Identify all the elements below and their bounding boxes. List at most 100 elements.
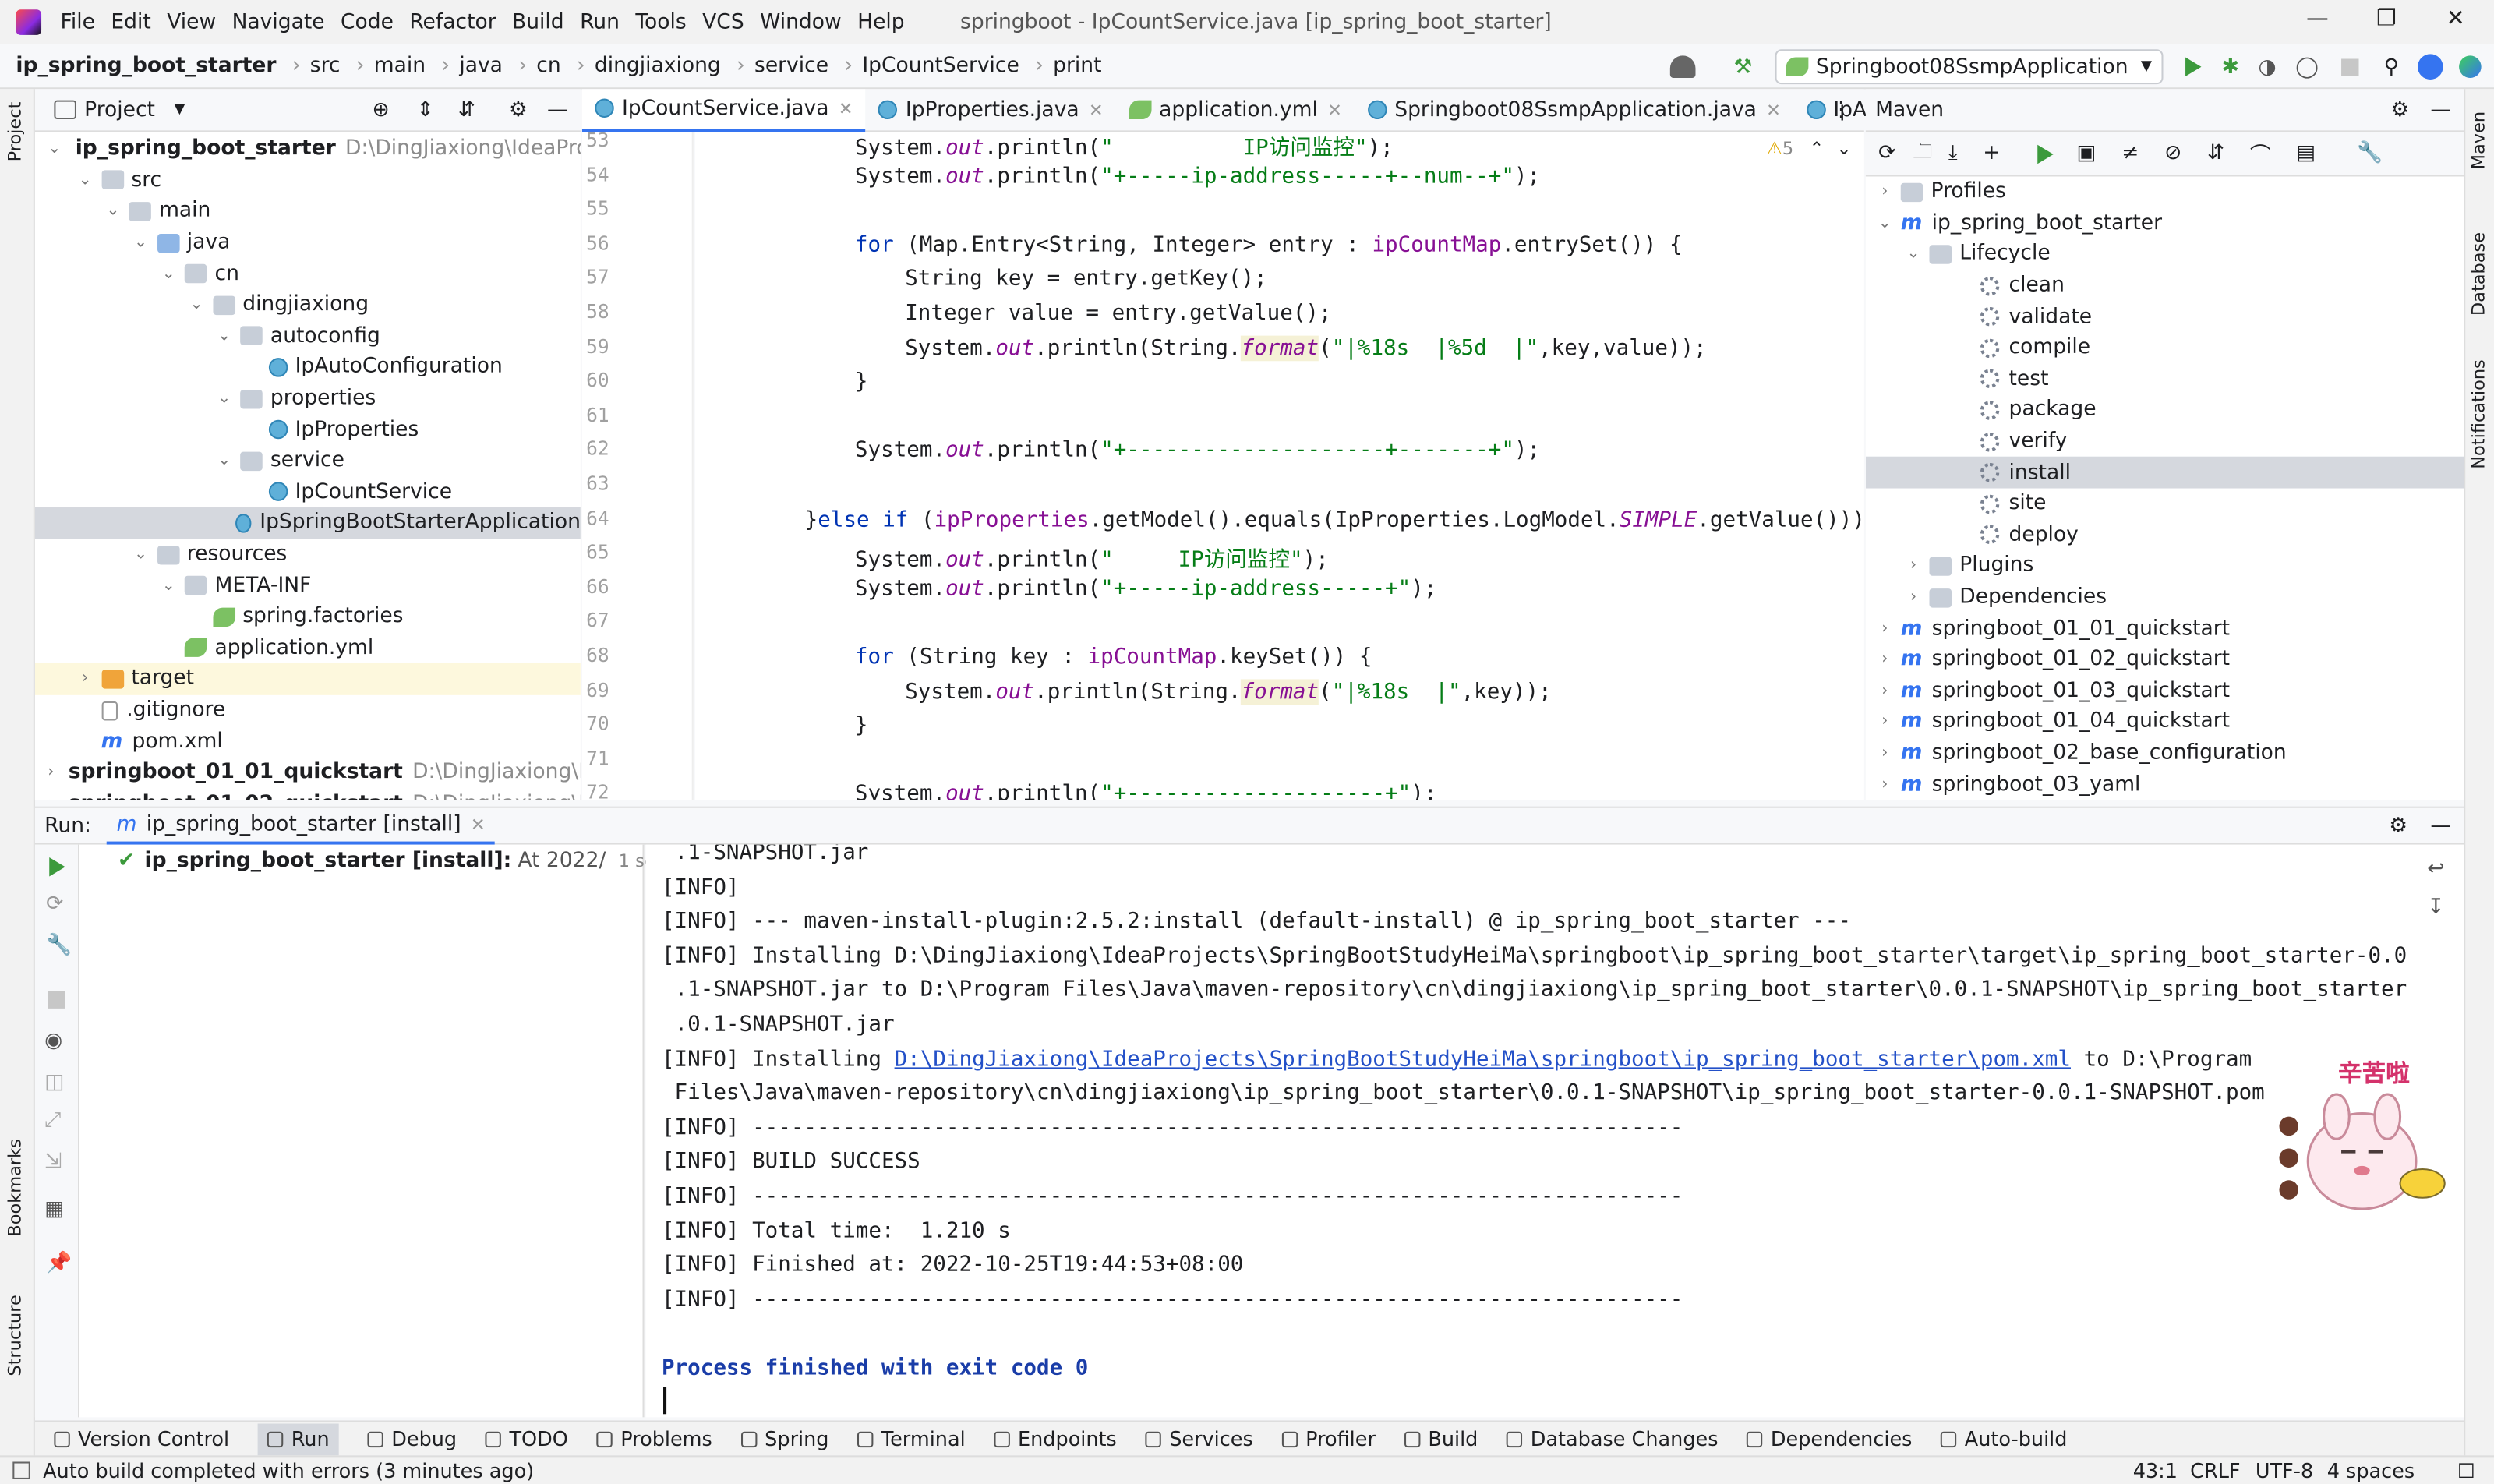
minimize-icon[interactable]: — [2306, 6, 2329, 32]
bookmarks-tool-button[interactable]: Bookmarks [5, 1139, 26, 1236]
close-tab-icon[interactable]: ✕ [839, 98, 853, 119]
tool-version-control[interactable]: Version Control [54, 1427, 229, 1450]
maven-node-compile[interactable]: compile [1866, 333, 2464, 364]
chevron-down-icon[interactable]: ⌄ [187, 296, 206, 313]
menu-help[interactable]: Help [857, 10, 904, 34]
coverage-icon[interactable]: ◑ [2259, 55, 2277, 79]
menu-code[interactable]: Code [341, 10, 394, 34]
run-tab[interactable]: m ip_spring_boot_starter [install] ✕ [107, 807, 495, 844]
tree-node-properties[interactable]: ⌄ properties [35, 383, 581, 414]
chevron-down-icon[interactable]: ⌄ [159, 265, 178, 282]
import-icon[interactable]: ⇲ [44, 1150, 62, 1174]
tree-node-springboot-01-01-quickstart[interactable]: › springboot_01_01_quickstart D:\DingJiaxi… [35, 757, 581, 788]
show-dependencies-icon[interactable]: ⌒ [2250, 139, 2271, 169]
tree-node-autoconfig[interactable]: ⌄ autoconfig [35, 320, 581, 352]
chevron-right-icon[interactable]: › [1904, 588, 1923, 606]
chevron-down-icon[interactable]: ▼ [174, 102, 185, 118]
tree-node-ipproperties[interactable]: IpProperties [35, 414, 581, 445]
breadcrumb-item[interactable]: cn [536, 54, 560, 78]
chevron-down-icon[interactable]: ⌄ [215, 390, 234, 407]
close-tab-icon[interactable]: ✕ [1766, 100, 1781, 121]
chevron-down-icon[interactable]: ⌄ [215, 327, 234, 344]
chevron-right-icon[interactable]: › [1875, 183, 1894, 200]
database-tool-button[interactable]: Database [2468, 232, 2489, 316]
chevron-right-icon[interactable]: › [1875, 744, 1894, 761]
collapse-all-icon[interactable]: ⇵ [458, 98, 475, 122]
file-encoding[interactable]: UTF-8 [2256, 1458, 2313, 1482]
settings-gear-icon[interactable]: ⚙ [2390, 98, 2409, 122]
close-icon[interactable]: ✕ [2446, 6, 2465, 32]
tree-node-application-yml[interactable]: application.yml [35, 632, 581, 663]
maximize-icon[interactable]: ❐ [2376, 6, 2397, 32]
collapse-icon[interactable]: ⇵ [2207, 142, 2224, 166]
maven-node-install[interactable]: install [1865, 457, 2464, 489]
toggle-offline-icon[interactable]: ≠ [2121, 142, 2139, 166]
editor-tab[interactable]: IpCountService.java ✕ [581, 88, 866, 132]
maven-node-springboot-03-yaml[interactable]: › m springboot_03_yaml [1866, 769, 2464, 800]
menu-file[interactable]: File [61, 10, 95, 34]
tool-spring[interactable]: Spring [740, 1427, 829, 1450]
tree-node-service[interactable]: ⌄ service [35, 445, 581, 476]
chevron-right-icon[interactable]: › [1875, 620, 1894, 637]
tool-todo[interactable]: TODO [485, 1427, 568, 1450]
console-output[interactable]: .1-SNAPSHOT.jar [INFO] [INFO] --- maven-in… [645, 844, 2411, 1418]
tree-node-resources[interactable]: ⌄ resources [35, 539, 581, 570]
chevron-right-icon[interactable]: › [1904, 557, 1923, 574]
tree-node-dingjiaxiong[interactable]: ⌄ dingjiaxiong [35, 289, 581, 320]
hide-panel-icon[interactable]: — [2430, 814, 2451, 838]
breadcrumb-item[interactable]: IpCountService [862, 54, 1019, 78]
chevron-right-icon[interactable]: › [48, 795, 54, 800]
run-maven-icon[interactable] [2037, 143, 2053, 164]
breadcrumb-item[interactable]: ip_spring_boot_starter [16, 54, 276, 78]
maven-node-springboot-01-02-quickstart[interactable]: › m springboot_01_02_quickstart [1866, 645, 2464, 676]
project-tool-button[interactable]: Project [5, 102, 26, 162]
wrench-icon[interactable]: 🔧 [46, 934, 72, 958]
maven-node-package[interactable]: package [1866, 395, 2464, 426]
tool-profiler[interactable]: Profiler [1281, 1427, 1376, 1450]
tool-auto-build[interactable]: Auto-build [1941, 1427, 2067, 1450]
run-icon[interactable] [2185, 57, 2202, 76]
execute-goal-icon[interactable]: ▣ [2076, 142, 2096, 166]
stop-icon[interactable] [48, 991, 65, 1009]
tool-problems[interactable]: Problems [596, 1427, 712, 1450]
tool-database-changes[interactable]: Database Changes [1507, 1427, 1719, 1450]
editor-tab[interactable]: Springboot08SsmpApplication.java ✕ [1355, 88, 1793, 131]
close-tab-icon[interactable]: ✕ [471, 814, 486, 835]
console-link[interactable]: D:\DingJiaxiong\IdeaProjects\SpringBootS… [895, 1046, 2071, 1072]
profile-icon[interactable]: ◯ [2295, 55, 2319, 79]
maven-node-springboot-02-base-configuration[interactable]: › m springboot_02_base_configuration [1866, 738, 2464, 769]
maven-node-profiles[interactable]: › Profiles [1866, 177, 2464, 208]
breadcrumb-item[interactable]: service [754, 54, 828, 78]
analyze-icon[interactable]: ▤ [2296, 142, 2316, 166]
pin-icon[interactable]: 📌 [46, 1252, 72, 1276]
maven-node-deploy[interactable]: deploy [1866, 520, 2464, 551]
tree-node-cn[interactable]: ⌄ cn [35, 258, 581, 289]
download-icon[interactable]: ⤓ [1948, 142, 1958, 166]
chevron-down-icon[interactable]: ⌄ [159, 577, 178, 594]
menu-refactor[interactable]: Refactor [409, 10, 496, 34]
camera-icon[interactable]: ◫ [44, 1070, 64, 1094]
close-tab-icon[interactable]: ✕ [1089, 100, 1104, 121]
layout-icon[interactable]: ▦ [44, 1198, 64, 1222]
rerun-failed-icon[interactable]: ⟳ [46, 892, 63, 917]
notifications-tool-button[interactable]: Notifications [2468, 359, 2489, 469]
chevron-right-icon[interactable]: › [76, 670, 94, 687]
status-square-icon[interactable] [12, 1461, 30, 1479]
menu-window[interactable]: Window [760, 10, 842, 34]
indent-setting[interactable]: 4 spaces [2327, 1458, 2415, 1482]
menu-edit[interactable]: Edit [111, 10, 150, 34]
tree-node-java[interactable]: ⌄ java [35, 227, 581, 258]
jetbrains-icon[interactable] [2459, 55, 2482, 78]
maven-node-site[interactable]: site [1866, 489, 2464, 520]
soft-wrap-icon[interactable]: ↩ [2427, 857, 2444, 882]
tool-run[interactable]: Run [257, 1422, 339, 1455]
tree-node-meta-inf[interactable]: ⌄ META-INF [35, 570, 581, 601]
structure-tool-button[interactable]: Structure [5, 1295, 26, 1376]
settings-gear-icon[interactable]: ⚙ [2389, 814, 2407, 838]
tool-terminal[interactable]: Terminal [857, 1427, 966, 1450]
stop-icon[interactable] [2340, 58, 2358, 76]
status-message[interactable]: Auto build completed with errors (3 minu… [43, 1458, 534, 1482]
code-editor[interactable]: ⚠ 5 ⌃ ⌄ System.out.println(" IP访问监控"); Sy… [694, 132, 1864, 800]
tool-endpoints[interactable]: Endpoints [994, 1427, 1117, 1450]
user-icon[interactable] [1669, 55, 1696, 78]
